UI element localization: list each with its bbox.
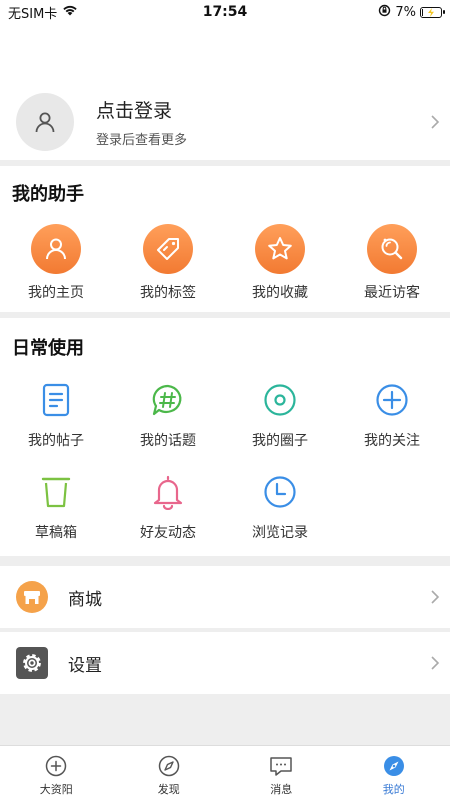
login-text: 点击登录 登录后查看更多 <box>96 96 187 148</box>
shop-icon <box>16 581 48 613</box>
orientation-lock-icon <box>378 4 391 21</box>
chevron-right-icon <box>431 590 440 604</box>
avatar[interactable] <box>16 93 74 151</box>
assistant-section: 我的助手 我的主页 我的标签 我的收藏 最近访客 <box>0 166 450 312</box>
visitor-icon <box>381 238 403 260</box>
tag-icon <box>157 238 179 260</box>
carrier-label: 无SIM卡 <box>8 6 58 22</box>
tab-messages[interactable]: 消息 <box>225 746 338 800</box>
mall-row[interactable]: 商城 <box>0 566 450 628</box>
tab-label: 大资阳 <box>39 783 73 796</box>
person-icon <box>46 238 66 260</box>
favorites-circle <box>255 224 305 274</box>
daily-label: 好友动态 <box>140 525 196 541</box>
daily-item-history[interactable]: 浏览记录 <box>224 474 336 546</box>
bell-icon <box>150 474 186 510</box>
hashtag-chat-icon <box>150 382 186 418</box>
mall-label: 商城 <box>68 589 102 610</box>
assistant-item-tags[interactable]: 我的标签 <box>112 224 224 304</box>
assistant-item-homepage[interactable]: 我的主页 <box>0 224 112 304</box>
battery-fill <box>422 8 423 16</box>
daily-label: 我的帖子 <box>28 433 84 449</box>
daily-label: 我的关注 <box>364 433 420 449</box>
chat-icon <box>269 754 293 778</box>
status-bar: 无SIM卡 17:54 7% <box>0 0 450 24</box>
daily-item-friend-activity[interactable]: 好友动态 <box>112 474 224 546</box>
daily-item-drafts[interactable]: 草稿箱 <box>0 474 112 546</box>
battery-icon <box>420 6 445 18</box>
tab-home[interactable]: 大资阳 <box>0 746 113 800</box>
daily-section: 日常使用 我的帖子 我的话题 我的圈子 我的关注 草稿箱 好友动态 浏览记录 <box>0 318 450 556</box>
homepage-circle <box>31 224 81 274</box>
screen: 无SIM卡 17:54 7% 点击登录 登录后查看更多 我的助手 我的主页 我的… <box>0 0 450 800</box>
login-title[interactable]: 点击登录 <box>96 96 187 123</box>
plus-circle-icon <box>44 754 68 778</box>
status-left: 无SIM卡 <box>0 3 78 22</box>
daily-label: 我的圈子 <box>252 433 308 449</box>
tab-discover[interactable]: 发现 <box>113 746 226 800</box>
tab-label: 发现 <box>157 783 180 796</box>
daily-item-following[interactable]: 我的关注 <box>336 382 448 454</box>
daily-label: 草稿箱 <box>35 525 77 541</box>
assistant-item-visitors[interactable]: 最近访客 <box>336 224 448 304</box>
gear-icon <box>16 647 48 679</box>
chevron-right-icon <box>431 115 440 129</box>
star-icon <box>268 237 292 260</box>
assistant-title: 我的助手 <box>12 184 84 205</box>
tab-mine[interactable]: 我的 <box>338 746 450 800</box>
login-card[interactable]: 点击登录 登录后查看更多 <box>0 84 450 160</box>
visitors-circle <box>367 224 417 274</box>
daily-item-circles[interactable]: 我的圈子 <box>224 382 336 454</box>
circle-dot-icon <box>262 382 298 418</box>
daily-item-posts[interactable]: 我的帖子 <box>0 382 112 454</box>
login-subtitle: 登录后查看更多 <box>96 133 188 148</box>
person-outline-icon <box>35 112 55 133</box>
trash-icon <box>38 474 74 510</box>
wifi-icon <box>62 4 78 20</box>
plus-circle-icon <box>374 382 410 418</box>
daily-item-topics[interactable]: 我的话题 <box>112 382 224 454</box>
assistant-label: 我的收藏 <box>252 285 308 301</box>
assistant-label: 最近访客 <box>364 285 420 301</box>
compass-icon <box>157 754 181 778</box>
daily-label: 浏览记录 <box>252 525 308 541</box>
clock-icon <box>262 474 298 510</box>
assistant-label: 我的主页 <box>28 285 84 301</box>
tab-label: 我的 <box>382 783 405 796</box>
settings-label: 设置 <box>68 655 102 676</box>
assistant-label: 我的标签 <box>140 285 196 301</box>
compass-filled-icon <box>382 754 406 778</box>
daily-title: 日常使用 <box>12 338 84 359</box>
tab-label: 消息 <box>270 783 293 796</box>
header-spacer <box>0 24 450 84</box>
battery-percent: 7% <box>395 4 416 20</box>
status-right: 7% <box>378 4 450 21</box>
assistant-item-favorites[interactable]: 我的收藏 <box>224 224 336 304</box>
tab-bar: 大资阳 发现 消息 我的 <box>0 745 450 800</box>
tags-circle <box>143 224 193 274</box>
daily-label: 我的话题 <box>140 433 196 449</box>
document-icon <box>38 382 74 418</box>
settings-row[interactable]: 设置 <box>0 632 450 694</box>
chevron-right-icon <box>431 656 440 670</box>
